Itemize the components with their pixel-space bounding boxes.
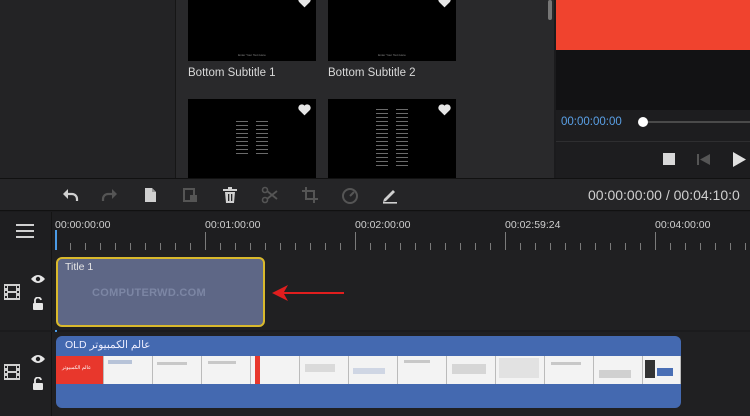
media-library-panel: Enter Your Text Here Bottom Subtitle 1 E…	[176, 0, 554, 178]
thumbnail-caption: Enter Your Text Here	[378, 53, 406, 57]
video-frame-thumbnail	[104, 356, 153, 384]
ruler-tick-label: 00:02:00:00	[355, 219, 411, 231]
video-clip[interactable]: OLD عالم الكمبيوتر عالم الكمبيوتر	[56, 336, 681, 408]
video-frame-thumbnail	[594, 356, 643, 384]
visibility-eye-icon[interactable]	[31, 274, 45, 284]
preview-scrub-handle[interactable]	[638, 117, 648, 127]
favorite-heart-icon[interactable]	[438, 104, 451, 116]
video-clip-name: OLD عالم الكمبيوتر	[65, 339, 151, 351]
media-thumbnail-bottom-subtitle-2[interactable]: Enter Your Text Here	[328, 0, 456, 61]
media-scrollbar[interactable]	[548, 0, 552, 20]
delete-icon[interactable]	[221, 186, 239, 204]
favorite-heart-icon[interactable]	[298, 104, 311, 116]
video-frame-thumbnail	[398, 356, 447, 384]
divider	[556, 141, 750, 142]
video-frame-thumbnail	[153, 356, 202, 384]
video-track-film-icon	[4, 364, 20, 380]
left-panel	[0, 0, 176, 178]
crop-icon[interactable]	[301, 186, 319, 204]
media-thumbnail-credits-2[interactable]	[328, 99, 456, 178]
video-frame-thumbnail	[643, 356, 681, 384]
media-label: Bottom Subtitle 2	[328, 67, 416, 79]
redo-icon[interactable]	[101, 186, 119, 204]
thumbnail-caption: Enter Your Text Here	[238, 53, 266, 57]
ruler-tick-label: 00:04:00:00	[655, 219, 711, 231]
credits-preview-lines	[396, 109, 408, 169]
video-frame-thumbnail	[349, 356, 398, 384]
menu-icon[interactable]	[16, 224, 34, 238]
title-clip-name: Title 1	[65, 261, 94, 273]
speed-icon[interactable]	[341, 186, 359, 204]
video-frame-thumbnail	[447, 356, 496, 384]
credits-preview-lines	[236, 121, 248, 157]
video-frame-text: عالم الكمبيوتر	[62, 365, 92, 371]
edit-pen-icon[interactable]	[381, 186, 399, 204]
play-icon[interactable]	[733, 152, 747, 167]
ruler-ticks	[55, 232, 746, 250]
red-arrow-annotation	[272, 285, 344, 301]
credits-preview-lines	[256, 121, 268, 157]
ruler-tick-label: 00:02:59:24	[505, 219, 561, 231]
favorite-heart-icon[interactable]	[298, 0, 311, 8]
preview-frame	[556, 0, 750, 50]
video-frame-thumbnail	[202, 356, 251, 384]
ruler-tick-label: 00:00:00:00	[55, 219, 111, 231]
previous-frame-icon[interactable]	[697, 153, 711, 166]
favorite-heart-icon[interactable]	[438, 0, 451, 8]
preview-current-time: 00:00:00:00	[561, 116, 622, 128]
preview-canvas	[556, 50, 750, 110]
video-frame-thumbnail	[251, 356, 300, 384]
media-label: Bottom Subtitle 1	[188, 67, 276, 79]
undo-icon[interactable]	[61, 186, 79, 204]
video-frame-thumbnail: عالم الكمبيوتر	[56, 356, 104, 384]
timeline-timecode: 00:00:00:00 / 00:04:10:0	[588, 187, 740, 203]
unlock-icon[interactable]	[32, 377, 44, 390]
video-frame-thumbnail	[300, 356, 349, 384]
split-icon[interactable]	[261, 186, 279, 204]
copy-icon[interactable]	[141, 186, 159, 204]
visibility-eye-icon[interactable]	[31, 354, 45, 364]
video-track-film-icon	[4, 284, 20, 300]
media-thumbnail-credits-1[interactable]	[188, 99, 316, 178]
preview-scrub-bar[interactable]	[643, 121, 750, 123]
credits-preview-lines	[376, 109, 388, 169]
title-clip[interactable]: Title 1 COMPUTERWD.COM	[56, 257, 265, 327]
unlock-icon[interactable]	[32, 297, 44, 310]
duplicate-icon[interactable]	[181, 186, 199, 204]
stop-icon[interactable]	[663, 153, 676, 166]
title-clip-watermark: COMPUTERWD.COM	[92, 287, 206, 299]
video-frame-thumbnail	[545, 356, 594, 384]
video-frame-thumbnail	[496, 356, 545, 384]
ruler-tick-label: 00:01:00:00	[205, 219, 261, 231]
media-thumbnail-bottom-subtitle-1[interactable]: Enter Your Text Here	[188, 0, 316, 61]
